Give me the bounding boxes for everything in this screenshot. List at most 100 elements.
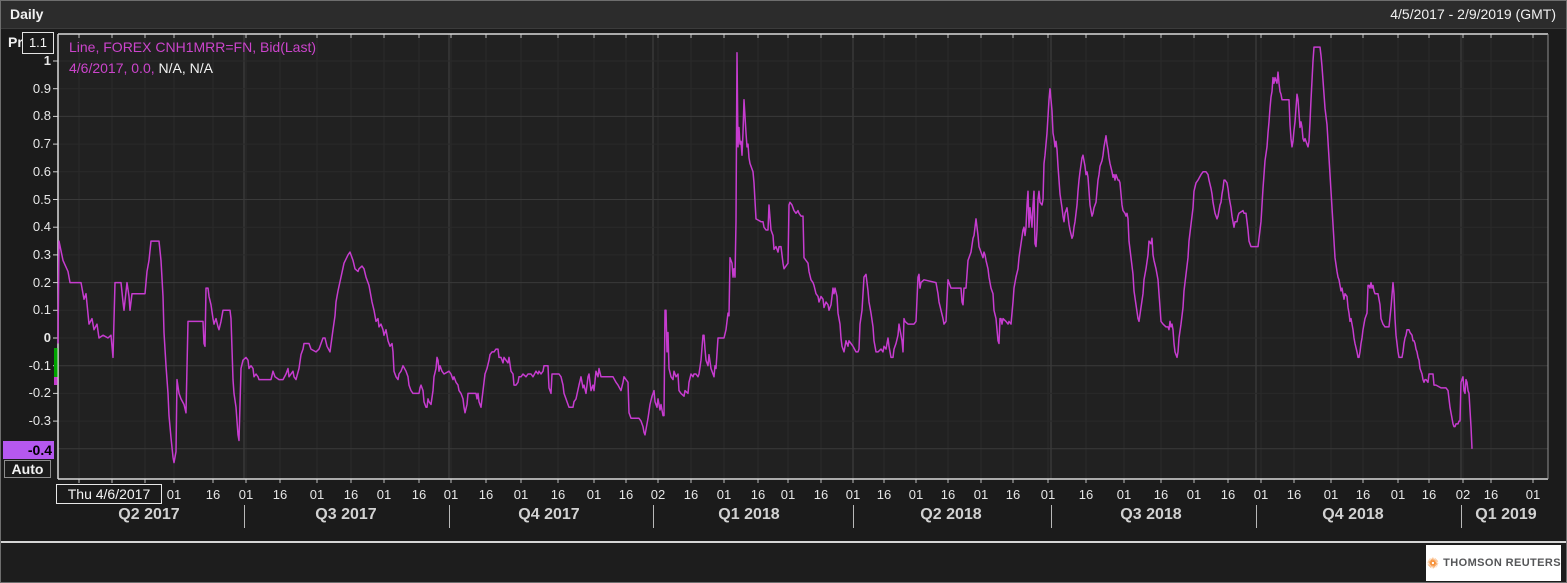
last-value-badge: -0.4 — [3, 441, 54, 459]
y-axis-tick-label: 0.8 — [1, 108, 51, 124]
x-axis-tick-label: 01 — [1033, 487, 1063, 502]
x-axis-quarter-label: Q3 2018 — [1081, 506, 1221, 524]
x-axis-tick-label: 16 — [676, 487, 706, 502]
x-axis-tick-label: 01 — [901, 487, 931, 502]
orb-dot — [1429, 565, 1430, 566]
orb-dot — [1432, 568, 1433, 569]
x-axis-tick-label: 01 — [1246, 487, 1276, 502]
x-axis-tick-label: 16 — [1414, 487, 1444, 502]
orb-dot — [1429, 566, 1430, 567]
orb-dot — [1435, 559, 1436, 560]
x-axis-tick-label: 16 — [1213, 487, 1243, 502]
x-axis-tick-label: 01 — [709, 487, 739, 502]
x-axis-tick-label: 16 — [1146, 487, 1176, 502]
x-axis-tick-label: 01 — [838, 487, 868, 502]
bottom-bar — [1, 541, 1566, 583]
y-axis-tick-label: 0 — [1, 330, 51, 346]
orb-dot — [1433, 559, 1434, 560]
x-axis-tick-label: 01 — [1383, 487, 1413, 502]
orb-dot — [1428, 560, 1429, 561]
legend: Line, FOREX CNH1MRR=FN, Bid(Last) 4/6/20… — [69, 37, 316, 79]
x-axis-tick-label: 16 — [336, 487, 366, 502]
orb-dot — [1430, 566, 1431, 567]
x-axis-tick-label: 02 — [1448, 487, 1478, 502]
orb-dot — [1431, 559, 1432, 560]
orb-dot — [1433, 566, 1434, 567]
orb-dot — [1436, 563, 1437, 564]
orb-dot — [1438, 563, 1439, 564]
thomson-reuters-orb-icon — [1426, 546, 1439, 580]
x-axis-tick-label: 01 — [302, 487, 332, 502]
x-axis-tick-label: 16 — [1071, 487, 1101, 502]
orb-dot — [1432, 565, 1433, 566]
cursor-date-box: Thu 4/6/2017 — [56, 484, 162, 504]
orb-dot — [1432, 559, 1433, 560]
x-axis-tick-label: 16 — [869, 487, 899, 502]
x-axis-quarter-divider — [853, 505, 854, 528]
x-axis-quarter-label: Q4 2017 — [479, 506, 619, 524]
orb-dot — [1435, 562, 1436, 563]
legend-series-label[interactable]: Line, FOREX CNH1MRR=FN, Bid(Last) — [69, 37, 316, 58]
orb-dot — [1436, 559, 1437, 560]
orb-dot — [1436, 567, 1437, 568]
x-axis-tick-label: 01 — [579, 487, 609, 502]
y-axis-tick-label: 0.7 — [1, 136, 51, 152]
y-axis-tick-label: 0.2 — [1, 275, 51, 291]
interval-label[interactable]: Daily — [10, 6, 43, 22]
orb-dot — [1429, 561, 1430, 562]
y-axis-tick-label: -0.2 — [1, 385, 51, 401]
orb-dot — [1436, 561, 1437, 562]
orb-dot — [1428, 563, 1429, 564]
x-axis-quarter-label: Q2 2017 — [79, 506, 219, 524]
orb-dot — [1431, 560, 1432, 561]
orb-dot — [1433, 558, 1434, 559]
orb-dot — [1430, 564, 1431, 565]
x-axis-quarter-divider — [449, 505, 450, 528]
date-range-label: 4/5/2017 - 2/9/2019 (GMT) — [1390, 6, 1556, 22]
x-axis-tick-label: 02 — [643, 487, 673, 502]
orb-dot — [1429, 564, 1430, 565]
orb-dot — [1435, 565, 1436, 566]
orb-dot — [1437, 564, 1438, 565]
chart-top-bar: Daily 4/5/2017 - 2/9/2019 (GMT) — [1, 1, 1566, 29]
y-axis-tick-label: 1 — [1, 53, 51, 69]
x-axis-quarter-divider — [1256, 505, 1257, 528]
x-axis-tick-label: 16 — [1279, 487, 1309, 502]
x-axis-tick-label: 16 — [198, 487, 228, 502]
auto-scale-button[interactable]: Auto — [4, 460, 51, 478]
orb-dot — [1428, 561, 1429, 562]
x-axis-quarter-divider — [1461, 505, 1462, 528]
orb-dot — [1436, 560, 1437, 561]
x-axis-tick-label: 01 — [231, 487, 261, 502]
orb-dot — [1430, 563, 1431, 564]
x-axis-tick-label: 16 — [806, 487, 836, 502]
orb-dot — [1434, 566, 1435, 567]
legend-cursor-values: 4/6/2017, 0.0, N/A, N/A — [69, 58, 316, 79]
orb-dot — [1437, 561, 1438, 562]
axis-magenta-marker — [54, 377, 58, 385]
y-axis-tick-label: 0.3 — [1, 247, 51, 263]
x-axis-tick-label: 16 — [933, 487, 963, 502]
orb-dot — [1428, 565, 1429, 566]
x-axis-tick-label: 16 — [1476, 487, 1506, 502]
x-axis-tick-label: 16 — [265, 487, 295, 502]
x-axis-tick-label: 16 — [1348, 487, 1378, 502]
x-axis-tick-label: 01 — [369, 487, 399, 502]
thomson-reuters-wordmark: THOMSON REUTERS — [1443, 557, 1561, 569]
x-axis-quarter-label: Q2 2018 — [881, 506, 1021, 524]
x-axis-tick-label: 16 — [611, 487, 641, 502]
price-axis-title: Pr — [8, 34, 23, 50]
orb-dot — [1432, 559, 1433, 560]
y-axis-tick-label: 0.9 — [1, 81, 51, 97]
orb-dot — [1435, 567, 1436, 568]
orb-dot — [1437, 566, 1438, 567]
legend-cursor-na-values: N/A, N/A — [155, 60, 213, 76]
x-axis-tick-label: 01 — [436, 487, 466, 502]
orb-dot — [1435, 558, 1436, 559]
y-axis-tick-label: 0.4 — [1, 219, 51, 235]
axis-green-marker — [54, 348, 58, 377]
orb-dot — [1436, 564, 1437, 565]
orb-dot — [1428, 564, 1429, 565]
y-axis-tick-label: 0.1 — [1, 302, 51, 318]
y-axis-max-box: 1.1 — [22, 32, 54, 54]
